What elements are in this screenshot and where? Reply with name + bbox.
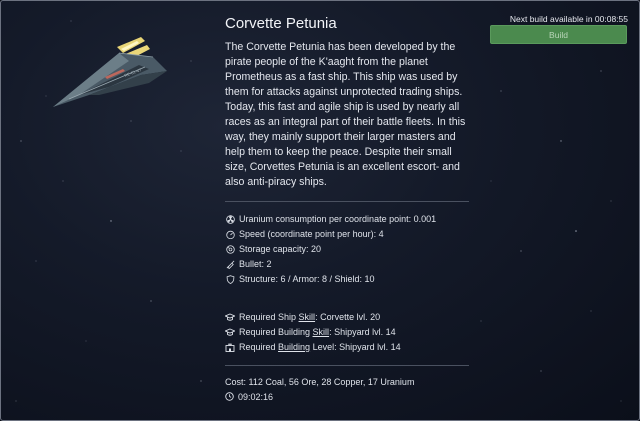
speedometer-icon — [225, 229, 235, 239]
requirements-list: Required Ship Skill: Corvette lvl. 20 Re… — [225, 310, 471, 355]
divider — [225, 200, 469, 202]
graduation-cap-icon — [225, 312, 235, 322]
building-icon — [225, 342, 235, 352]
ship-image: RE-CL-47 — [49, 35, 171, 111]
requirement-building-level: Required Building Level: Shipyard lvl. 1… — [225, 340, 471, 355]
clock-icon — [225, 391, 235, 402]
shield-icon — [225, 274, 235, 284]
ship-title: Corvette Petunia — [225, 15, 337, 32]
stat-structure-armor-shield: Structure: 6 / Armor: 8 / Shield: 10 — [225, 272, 471, 287]
building-link[interactable]: Building — [278, 342, 310, 352]
graduation-cap-icon — [225, 327, 235, 337]
ship-graphic: RE-CL-47 — [53, 37, 167, 107]
stat-speed: Speed (coordinate point per hour): 4 — [225, 227, 471, 242]
stat-bullet: Bullet: 2 — [225, 257, 471, 272]
storage-icon — [225, 244, 235, 254]
build-button[interactable]: Build — [490, 25, 627, 44]
ship-skill-link[interactable]: Skill — [299, 312, 316, 322]
build-time: 09:02:16 — [225, 392, 471, 402]
stats-list: Uranium consumption per coordinate point… — [225, 212, 471, 287]
ship-description: The Corvette Petunia has been developed … — [225, 41, 466, 188]
build-cost: Cost: 112 Coal, 56 Ore, 28 Copper, 17 Ur… — [225, 376, 415, 387]
next-build-countdown: Next build available in 00:08:55 — [509, 14, 628, 24]
requirement-building-skill: Required Building Skill: Shipyard lvl. 1… — [225, 325, 471, 340]
bullet-icon — [225, 259, 235, 269]
ship-detail-panel: RE-CL-47 Corvette Petunia The Corvette P… — [0, 0, 640, 421]
divider — [225, 364, 469, 366]
radiation-icon — [225, 214, 235, 224]
building-skill-link[interactable]: Skill — [313, 327, 330, 337]
stat-uranium-consumption: Uranium consumption per coordinate point… — [225, 212, 471, 227]
stat-storage: Storage capacity: 20 — [225, 242, 471, 257]
requirement-ship-skill: Required Ship Skill: Corvette lvl. 20 — [225, 310, 471, 325]
ship-info: Corvette Petunia The Corvette Petunia ha… — [225, 15, 471, 402]
